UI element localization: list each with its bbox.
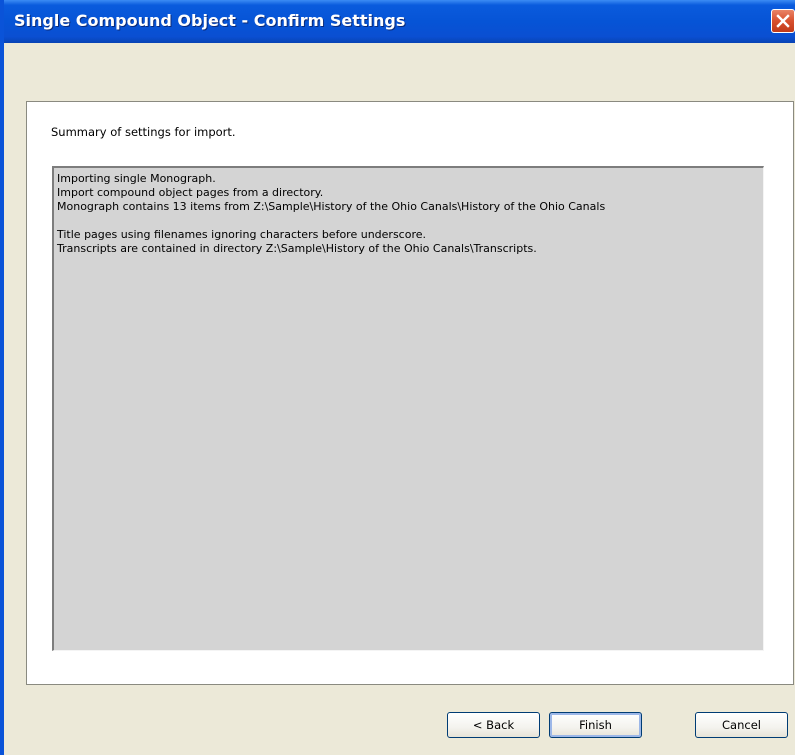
summary-line: Transcripts are contained in directory Z… [57, 242, 537, 255]
finish-button[interactable]: Finish [549, 712, 642, 738]
back-button[interactable]: < Back [447, 712, 540, 738]
close-button[interactable] [771, 9, 795, 33]
summary-textbox[interactable]: Importing single Monograph. Import compo… [52, 166, 764, 651]
dialog-window: Single Compound Object - Confirm Setting… [0, 0, 795, 755]
summary-line: Title pages using filenames ignoring cha… [57, 228, 426, 241]
cancel-button[interactable]: Cancel [695, 712, 788, 738]
window-title: Single Compound Object - Confirm Setting… [14, 11, 406, 30]
summary-line-blank [57, 214, 763, 228]
summary-line: Importing single Monograph. [57, 172, 216, 185]
title-bar[interactable]: Single Compound Object - Confirm Setting… [4, 0, 795, 43]
summary-line: Import compound object pages from a dire… [57, 186, 324, 199]
close-icon [776, 14, 790, 28]
summary-label: Summary of settings for import. [51, 125, 236, 139]
content-panel: Summary of settings for import. Importin… [26, 101, 794, 685]
summary-line: Monograph contains 13 items from Z:\Samp… [57, 200, 606, 213]
